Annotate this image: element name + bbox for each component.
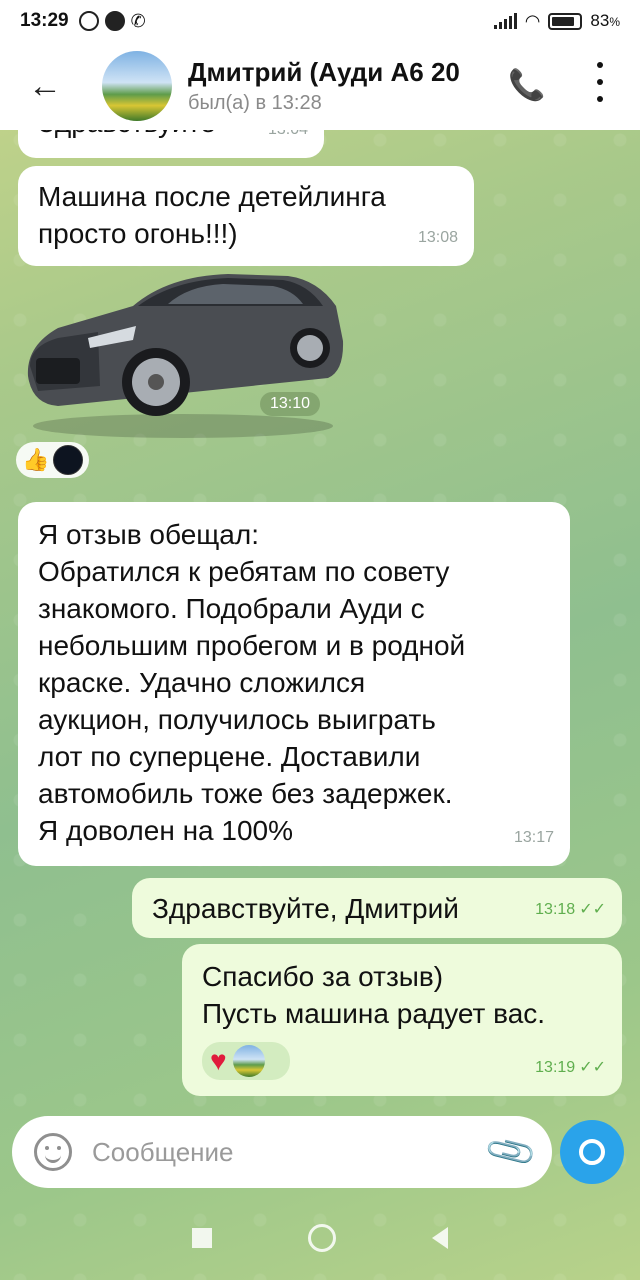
message-input[interactable]: [92, 1136, 472, 1168]
battery-level: 83%: [590, 11, 620, 30]
last-seen-status: был(а) в 13:28: [188, 92, 322, 114]
photo-time: 13:10: [260, 392, 321, 416]
message-text-line: Машина после детейлинга: [38, 181, 386, 212]
message-time: 13:17: [513, 829, 554, 846]
message-bubble-outgoing[interactable]: Спасибо за отзыв) Пусть машина радует ва…: [182, 944, 622, 1096]
battery-icon: [548, 12, 583, 30]
message-composer: 📎: [12, 1116, 552, 1188]
message-text-line: краске. Удачно сложился: [38, 667, 366, 698]
chat-header: ← Дмитрий (Ауди А6 20 был(а) в 13:28 📞: [0, 42, 640, 130]
reaction-avatar: [232, 1045, 265, 1077]
message-text-line: знакомого. Подобрали Ауди с: [38, 593, 425, 624]
viber-icon: [78, 11, 99, 31]
back-triangle-icon[interactable]: [432, 1227, 448, 1249]
message-text: Здравствуйте: [38, 130, 216, 138]
message-text-line: небольшим пробегом и в родной: [38, 630, 466, 661]
message-text-line: Пусть машина радует вас.: [202, 998, 546, 1029]
double-check-icon: ✓✓: [579, 1059, 606, 1076]
reaction-avatar: [53, 445, 84, 475]
status-time: 13:29: [20, 10, 69, 31]
message-reactions[interactable]: ♥: [202, 1042, 290, 1080]
double-check-icon: ✓✓: [579, 901, 606, 918]
camera-icon: [579, 1139, 605, 1165]
message-text-line: Спасибо за отзыв): [202, 961, 444, 992]
signal-icon: [493, 13, 517, 29]
message-time-status: 13:19 ✓✓: [535, 1059, 606, 1076]
message-bubble-incoming[interactable]: Машина после детейлинга просто огонь!!!)…: [18, 166, 474, 266]
check-circle-icon: [104, 11, 125, 31]
chat-titles[interactable]: Дмитрий (Ауди А6 20 был(а) в 13:28: [188, 57, 488, 115]
message-text-line: Я доволен на 100%: [38, 815, 294, 846]
message-bubble-incoming[interactable]: Здравствуйте 13:04: [18, 130, 324, 158]
home-icon[interactable]: [308, 1224, 336, 1252]
heart-icon[interactable]: ♥: [210, 1046, 227, 1076]
thumbs-up-icon[interactable]: 👍: [22, 447, 49, 473]
message-text-line: автомобиль тоже без задержек.: [38, 778, 453, 809]
message-time: 13:08: [417, 229, 458, 246]
message-text-line: Обратился к ребятам по совету: [38, 556, 450, 587]
message-bubble-incoming[interactable]: Я отзыв обещал: Обратился к ребятам по с…: [18, 502, 570, 866]
message-bubble-outgoing[interactable]: Здравствуйте, Дмитрий 13:18 ✓✓: [132, 878, 622, 938]
photo-reactions[interactable]: 👍: [16, 442, 90, 478]
status-right: ◠ 83%: [493, 10, 620, 32]
message-text-line: аукцион, получилось выиграть: [38, 704, 436, 735]
wifi-icon: ◠: [524, 10, 541, 31]
chat-title: Дмитрий (Ауди А6 20: [188, 57, 460, 87]
message-text: Здравствуйте, Дмитрий: [152, 893, 459, 924]
message-time: 13:04: [268, 130, 308, 148]
message-text-line: Я отзыв обещал:: [38, 519, 259, 550]
message-list[interactable]: Здравствуйте 13:04 Машина после детейлин…: [0, 130, 640, 1110]
system-nav-bar: [0, 1196, 640, 1280]
camera-button[interactable]: [560, 1120, 624, 1184]
message-text-line: лот по суперцене. Доставили: [38, 741, 421, 772]
arrow-left-icon[interactable]: ←: [0, 67, 90, 106]
avatar[interactable]: [102, 51, 172, 121]
status-bar: 13:29 ✆ ◠ 83%: [0, 0, 640, 42]
phone-icon[interactable]: 📞: [508, 68, 545, 103]
message-text-line: просто огонь!!!): [38, 218, 238, 249]
paperclip-icon[interactable]: 📎: [482, 1123, 540, 1180]
emoji-icon[interactable]: [34, 1133, 72, 1171]
recent-apps-icon[interactable]: [192, 1228, 212, 1248]
message-time-status: 13:18 ✓✓: [535, 901, 606, 918]
more-vertical-icon[interactable]: [588, 62, 612, 102]
notification-icons: ✆: [78, 10, 146, 32]
missed-call-icon: ✆: [130, 10, 146, 31]
